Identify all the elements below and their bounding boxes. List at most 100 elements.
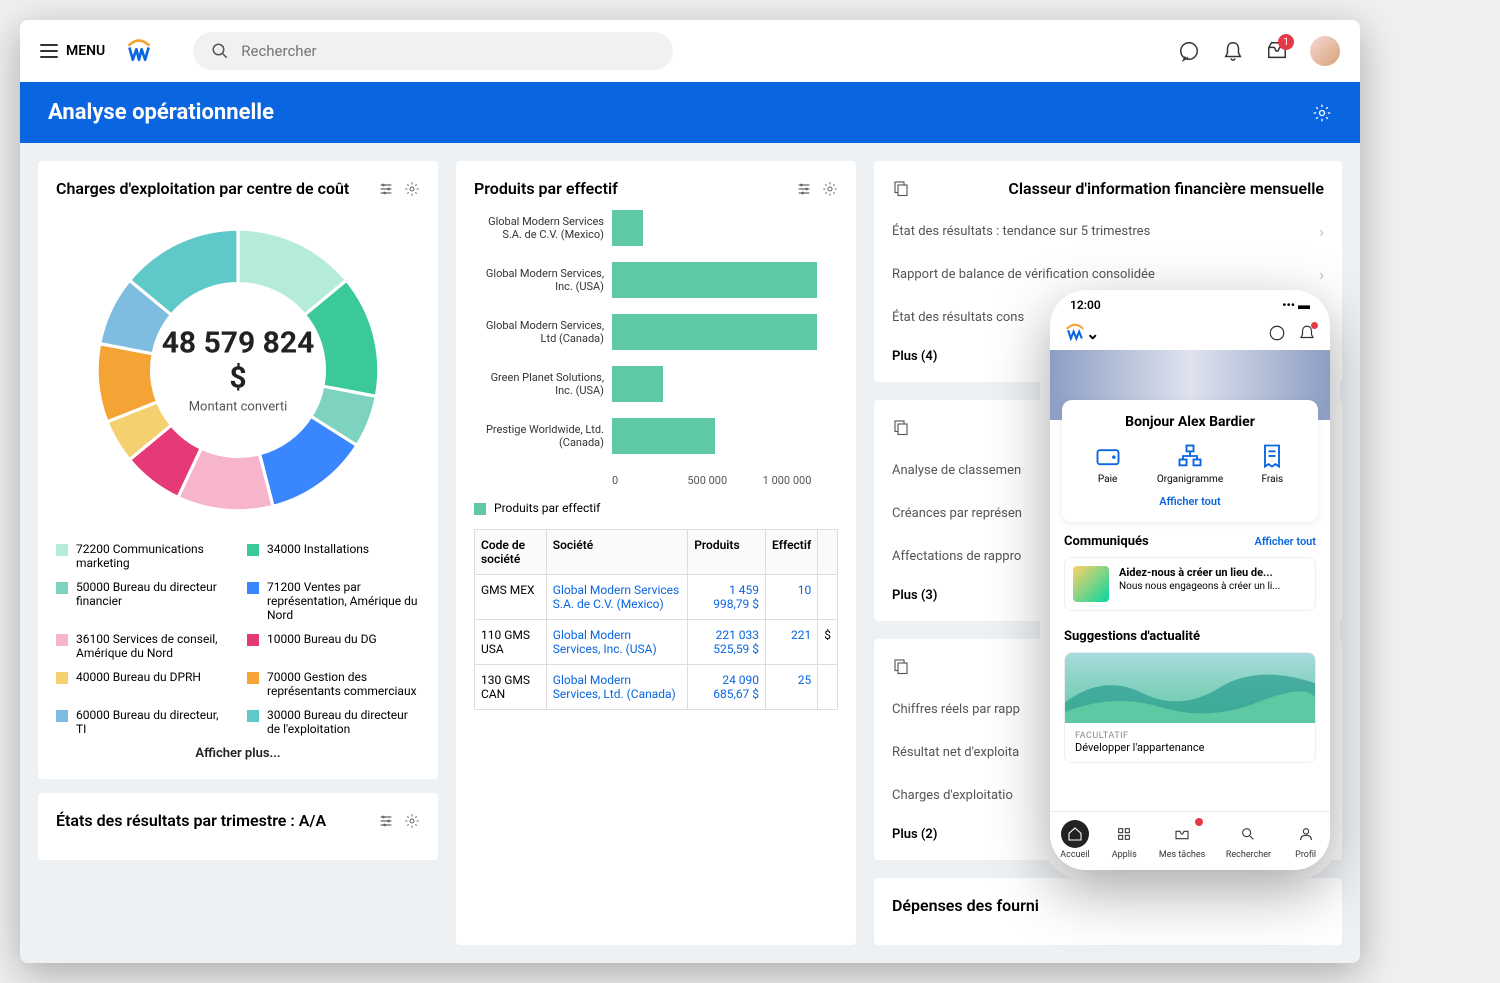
tab-apps[interactable]: Applis (1110, 820, 1138, 860)
legend-swatch (247, 544, 259, 556)
legend-item[interactable]: 60000 Bureau du directeur, TI (56, 708, 229, 736)
desktop-window: MENU 1 Analyse opération (20, 20, 1360, 963)
sliders-icon[interactable] (378, 813, 394, 829)
legend-item[interactable]: 30000 Bureau du directeur de l'exploitat… (247, 708, 420, 736)
donut-label: Montant converti (158, 400, 318, 415)
phone-welcome-card: Bonjour Alex Bardier Paie Organigramme F… (1062, 400, 1318, 522)
gear-icon[interactable] (404, 813, 420, 829)
bar-chart[interactable]: Global Modern Services S.A. de C.V. (Mex… (474, 210, 838, 454)
grid-icon (1116, 826, 1132, 842)
revenue-title: Produits par effectif (474, 179, 618, 198)
top-icons: 1 (1178, 36, 1340, 66)
legend-item[interactable]: 34000 Installations (247, 542, 420, 570)
receipt-icon (1258, 442, 1286, 470)
revenue-table: Code de sociétéSociétéProduitsEffectifGM… (474, 529, 838, 710)
chat-icon (1178, 40, 1200, 62)
settings-button[interactable] (1312, 103, 1332, 123)
app-org[interactable]: Organigramme (1157, 442, 1223, 485)
legend-item[interactable]: 50000 Bureau du directeur financier (56, 580, 229, 622)
bar-row[interactable]: Prestige Worldwide, Ltd. (Canada) (474, 418, 838, 454)
legend-swatch (56, 672, 68, 684)
page-title: Analyse opérationnelle (48, 100, 274, 125)
donut-chart[interactable]: 48 579 824 $ Montant converti (78, 210, 398, 530)
table-row[interactable]: 110 GMS USAGlobal Modern Services, Inc. … (475, 620, 838, 665)
bar-legend: Produits par effectif (474, 501, 838, 515)
phone-status-bar: 12:00 ••• ▬ (1050, 290, 1330, 316)
copy-icon (892, 418, 910, 436)
gear-icon[interactable] (404, 181, 420, 197)
person-icon (1298, 826, 1314, 842)
states-card: États des résultats par trimestre : A/A (38, 793, 438, 860)
bell-icon (1222, 40, 1244, 62)
inbox-button[interactable]: 1 (1266, 40, 1288, 62)
search-icon (211, 42, 229, 60)
donut-value: 48 579 824 $ (158, 326, 318, 396)
communique-item[interactable]: Aidez-nous à créer un lieu de... Nous no… (1064, 557, 1316, 611)
legend-item[interactable]: 71200 Ventes par représentation, Amériqu… (247, 580, 420, 622)
workday-logo[interactable] (125, 37, 153, 65)
page-header: Analyse opérationnelle (20, 82, 1360, 143)
chevron-down-icon[interactable]: ⌄ (1086, 324, 1099, 343)
bar-row[interactable]: Global Modern Services S.A. de C.V. (Mex… (474, 210, 838, 246)
legend-item[interactable]: 36100 Services de conseil, Amérique du N… (56, 632, 229, 660)
states-title: États des résultats par trimestre : A/A (56, 811, 326, 830)
report-link[interactable]: État des résultats : tendance sur 5 trim… (892, 210, 1324, 253)
chat-icon[interactable] (1268, 324, 1286, 342)
show-more-button[interactable]: Afficher plus... (56, 736, 420, 761)
app-expenses[interactable]: Frais (1258, 442, 1286, 485)
bar-row[interactable]: Global Modern Services, Ltd (Canada) (474, 314, 838, 350)
suggestion-card[interactable]: FACULTATIF Développer l'appartenance (1064, 652, 1316, 763)
communique-thumb (1073, 566, 1109, 602)
avatar[interactable] (1310, 36, 1340, 66)
search-box[interactable] (193, 32, 673, 70)
revenue-card: Produits par effectif Global Modern Serv… (456, 161, 856, 945)
notification-dot (1311, 322, 1318, 329)
show-all-link[interactable]: Afficher tout (1076, 495, 1304, 508)
suggestions-section: Suggestions d'actualité FACULTATIF Dével… (1050, 617, 1330, 769)
menu-label: MENU (66, 43, 105, 59)
search-container (193, 32, 673, 70)
legend-swatch (56, 710, 68, 722)
home-icon (1067, 826, 1083, 842)
chat-button[interactable] (1178, 40, 1200, 62)
menu-button[interactable]: MENU (40, 43, 105, 59)
bar-row[interactable]: Green Planet Solutions, Inc. (USA) (474, 366, 838, 402)
legend-swatch (247, 672, 259, 684)
cost-center-title: Charges d'exploitation par centre de coû… (56, 179, 349, 198)
sliders-icon[interactable] (796, 181, 812, 197)
expenses-card: Dépenses des fourni (874, 878, 1342, 945)
search-icon (1240, 826, 1256, 842)
table-row[interactable]: 130 GMS CANGlobal Modern Services, Ltd. … (475, 665, 838, 710)
workday-logo[interactable] (1064, 322, 1086, 344)
bar-row[interactable]: Global Modern Services, Inc. (USA) (474, 262, 838, 298)
communiques-section: Communiqués Afficher tout Aidez-nous à c… (1050, 522, 1330, 617)
hamburger-icon (40, 44, 58, 58)
org-chart-icon (1176, 442, 1204, 470)
legend-item[interactable]: 70000 Gestion des représentants commerci… (247, 670, 420, 698)
sliders-icon[interactable] (378, 181, 394, 197)
legend-swatch (56, 582, 68, 594)
wallet-icon (1094, 442, 1122, 470)
tab-home[interactable]: Accueil (1060, 820, 1089, 860)
legend-swatch (247, 582, 259, 594)
cost-center-card: Charges d'exploitation par centre de coû… (38, 161, 438, 779)
table-row[interactable]: GMS MEXGlobal Modern Services S.A. de C.… (475, 575, 838, 620)
app-pay[interactable]: Paie (1094, 442, 1122, 485)
bar-axis: 0 500 000 1 000 000 (612, 474, 838, 487)
gear-icon[interactable] (822, 181, 838, 197)
search-input[interactable] (241, 42, 655, 60)
legend-swatch (56, 544, 68, 556)
top-bar: MENU 1 (20, 20, 1360, 82)
legend-item[interactable]: 40000 Bureau du DPRH (56, 670, 229, 698)
legend-swatch (247, 710, 259, 722)
legend-swatch (474, 503, 486, 515)
tab-search[interactable]: Rechercher (1226, 820, 1271, 860)
show-all-link[interactable]: Afficher tout (1255, 535, 1316, 548)
copy-icon (892, 179, 910, 197)
tab-tasks[interactable]: Mes tâches (1159, 820, 1205, 860)
legend-item[interactable]: 10000 Bureau du DG (247, 632, 420, 660)
tab-profile[interactable]: Profil (1292, 820, 1320, 860)
phone-nav: ⌄ (1050, 316, 1330, 350)
legend-item[interactable]: 72200 Communications marketing (56, 542, 229, 570)
notifications-button[interactable] (1222, 40, 1244, 62)
